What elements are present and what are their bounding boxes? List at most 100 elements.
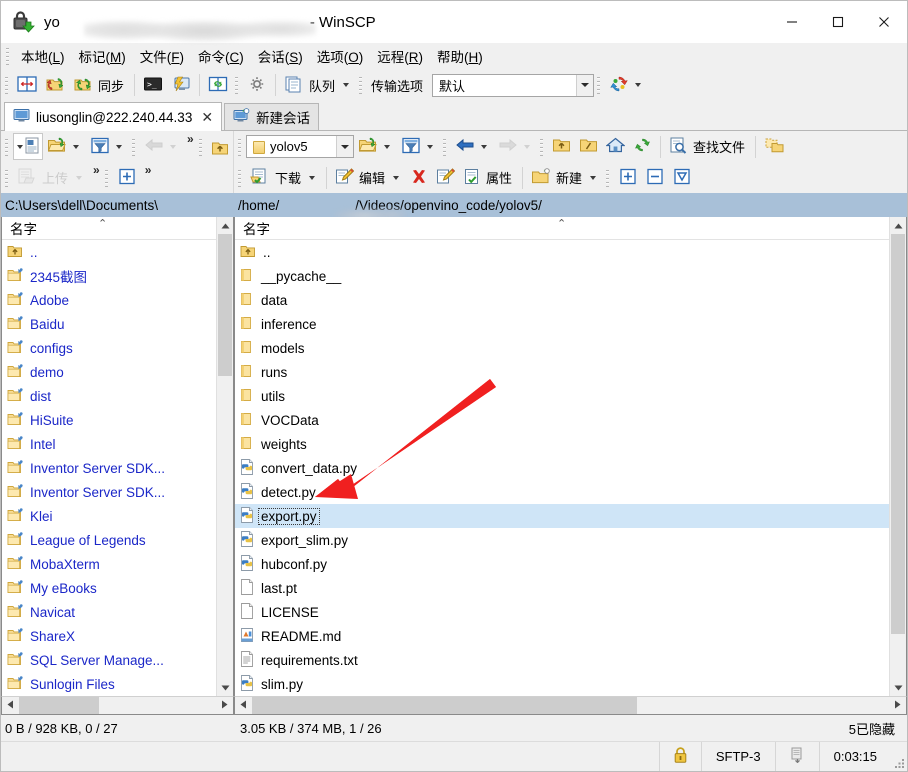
remote-parent-directory-button[interactable] [548,134,575,160]
queue-button[interactable]: 队列 [280,72,356,98]
file-row[interactable]: Klei [2,504,216,528]
local-parent-directory-button[interactable] [207,134,229,160]
transfer-settings-caret[interactable] [635,83,642,87]
toolbar-grip-2[interactable] [234,76,242,94]
protocol-status-cell[interactable]: SFTP-3 [700,742,775,771]
local-scroll-thumb[interactable] [218,234,232,376]
file-row[interactable]: HiSuite [2,408,216,432]
local-overflow-chevron-1[interactable]: » [183,132,196,146]
file-row[interactable]: models [235,336,889,360]
remote-scroll-up-button[interactable] [890,217,906,234]
remote-home-directory-button[interactable] [602,134,629,160]
edit-button[interactable]: 编辑 [331,165,406,191]
local-overflow-chevron-2[interactable]: » [229,132,234,146]
local-scroll-track[interactable] [217,234,233,679]
encryption-status-cell[interactable] [658,742,701,771]
remote-forward-button[interactable] [494,134,537,160]
minimize-button[interactable] [769,1,815,43]
upload-caret[interactable] [76,175,83,180]
menu-options[interactable]: 选项(O) [310,43,371,69]
synchronize-button[interactable]: 同步 [69,72,130,98]
menu-grip[interactable] [5,47,12,65]
putty-button[interactable] [167,72,195,98]
file-row[interactable]: slim.py [235,672,889,696]
remote-open-directory-caret[interactable] [384,144,390,149]
remote-scroll-down-button[interactable] [890,679,906,696]
local-grip-2[interactable] [131,137,138,156]
local-grip-5[interactable] [103,168,111,187]
menu-session[interactable]: 会话(S) [251,43,310,69]
local-hscroll-track[interactable] [19,697,216,714]
rename-button[interactable] [432,165,459,191]
file-row[interactable]: VOCData [235,408,889,432]
file-row[interactable]: demo [2,360,216,384]
remote-grip-3[interactable] [539,137,546,156]
toolbar-grip-3[interactable] [358,76,366,94]
local-back-button[interactable] [140,134,183,160]
file-row[interactable]: dist [2,384,216,408]
queue-dropdown-caret[interactable] [343,83,350,87]
local-hscroll-thumb[interactable] [19,697,99,714]
remote-back-button[interactable] [451,134,494,160]
local-scroll-up-button[interactable] [217,217,233,234]
local-back-caret[interactable] [170,144,176,149]
remote-scroll-track[interactable] [890,234,906,679]
toolbar-grip-1[interactable] [4,76,11,94]
remote-path-bar[interactable]: /home/ /Videos/openvino_code/yolov5/ [234,193,907,217]
unselect-files-button[interactable] [641,165,668,191]
copy-path-button[interactable] [760,134,788,160]
remote-filter-button[interactable] [397,134,440,160]
remote-hscroll-thumb[interactable] [252,697,637,714]
local-overflow-chevron-4[interactable]: » [141,163,154,177]
file-row[interactable]: .. [235,240,889,264]
local-grip-1[interactable] [4,137,11,156]
session-tab-close-icon[interactable]: ✕ [201,110,213,124]
local-open-directory-caret[interactable] [73,144,79,149]
session-tab-active[interactable]: liusonglin@222.240.44.33 ✕ [4,102,223,131]
new-session-tab[interactable]: 新建会话 [224,103,320,130]
open-terminal-button[interactable]: >_ [139,72,167,98]
file-row[interactable]: ShareX [2,624,216,648]
file-row[interactable]: utils [235,384,889,408]
transfer-settings-button[interactable] [605,72,648,98]
menu-commands[interactable]: 命令(C) [191,43,251,69]
new-button[interactable]: 新建 [527,165,603,191]
file-row[interactable]: Baidu [2,312,216,336]
download-button[interactable]: 下载 [246,165,322,191]
find-files-button[interactable]: 查找文件 [665,134,751,160]
transfer-preset-dropdown-button[interactable] [576,74,594,96]
file-row[interactable]: .. [2,240,216,264]
download-caret[interactable] [309,175,316,180]
file-row[interactable]: League of Legends [2,528,216,552]
file-row[interactable]: configs [2,336,216,360]
file-row[interactable]: hubconf.py [235,552,889,576]
synchronize-browsing-button[interactable] [41,72,69,98]
remote-hscroll-left-button[interactable] [235,700,252,712]
file-row[interactable]: weights [235,432,889,456]
remote-horizontal-scrollbar[interactable] [234,696,907,715]
local-horizontal-scrollbar[interactable] [1,696,234,715]
local-open-directory-button[interactable] [43,134,86,160]
file-row[interactable]: last.pt [235,576,889,600]
file-row[interactable]: SQL Server Manage... [2,648,216,672]
file-row[interactable]: export_slim.py [235,528,889,552]
resize-grip[interactable] [891,742,907,771]
remote-open-directory-button[interactable] [354,134,397,160]
local-vertical-scrollbar[interactable] [216,217,233,696]
toolbar-grip-4[interactable] [596,76,604,94]
select-files-button[interactable] [614,165,641,191]
file-row[interactable]: data [235,288,889,312]
menu-files[interactable]: 文件(F) [133,43,191,69]
keepalive-button[interactable] [204,72,232,98]
close-button[interactable] [861,1,907,43]
local-grip-3[interactable] [197,137,205,156]
file-row[interactable]: __pycache__ [235,264,889,288]
remote-back-caret[interactable] [481,144,487,149]
remote-grip-4[interactable] [237,168,244,187]
edit-caret[interactable] [393,175,400,180]
file-row[interactable]: requirements.txt [235,648,889,672]
remote-refresh-button[interactable] [629,134,656,160]
file-row[interactable]: inference [235,312,889,336]
file-row[interactable]: convert_data.py [235,456,889,480]
menu-local[interactable]: 本地(L) [14,43,72,69]
